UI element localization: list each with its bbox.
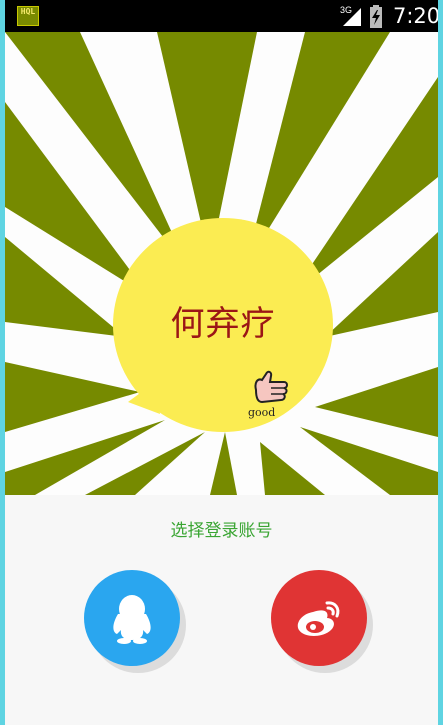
status-time: 7:20 (393, 4, 438, 28)
network-type-label: 3G (340, 5, 352, 15)
good-sticker-text: good (248, 406, 275, 419)
login-prompt: 选择登录账号 (170, 521, 273, 541)
qq-penguin-icon (113, 595, 151, 644)
status-bar: HQL 3G 7:20 (5, 0, 438, 32)
app-notification-icon: HQL (17, 6, 39, 26)
app-screen: HQL 3G 7:20 good 何弃疗 选择登录账号 (5, 0, 438, 725)
signal-strength-icon: 3G (340, 5, 361, 26)
battery-charging-icon (370, 5, 382, 28)
weibo-icon (297, 601, 340, 636)
qq-login-button[interactable] (84, 570, 186, 673)
weibo-login-button[interactable] (271, 570, 373, 673)
hero-banner: good 何弃疗 (5, 32, 438, 495)
sunburst-background: good (5, 32, 438, 495)
app-title: 何弃疗 (170, 304, 276, 344)
